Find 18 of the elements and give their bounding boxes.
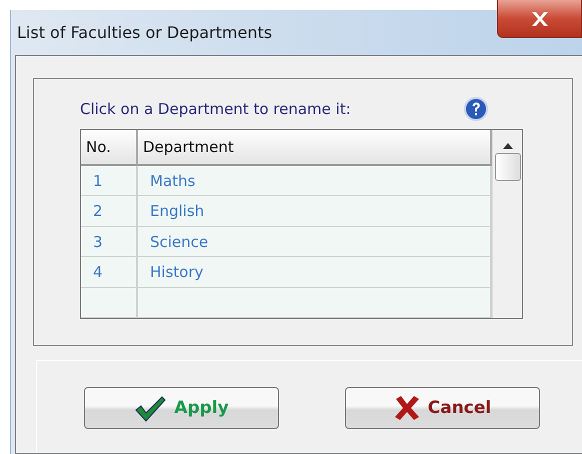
x-icon [394, 395, 420, 421]
scrollbar-thumb[interactable] [494, 153, 520, 181]
apply-button[interactable]: Apply [84, 387, 279, 429]
column-header[interactable]: No. [81, 130, 138, 166]
window-title: List of Faculties or Departments [17, 23, 272, 42]
table-cell: 1 [81, 166, 138, 196]
cancel-button[interactable]: Cancel [345, 387, 540, 429]
close-button[interactable] [497, 0, 582, 38]
checkmark-icon [134, 394, 166, 422]
table-cell: 4 [81, 257, 138, 287]
column-header[interactable]: Department [138, 130, 492, 166]
close-icon [530, 10, 550, 26]
scrollbar[interactable] [492, 130, 522, 318]
table-cell: 3 [81, 226, 138, 256]
help-icon[interactable] [464, 97, 488, 121]
instruction-text: Click on a Department to rename it: [80, 100, 351, 118]
table-cell: 2 [81, 196, 138, 226]
scroll-up-icon[interactable] [502, 143, 512, 149]
